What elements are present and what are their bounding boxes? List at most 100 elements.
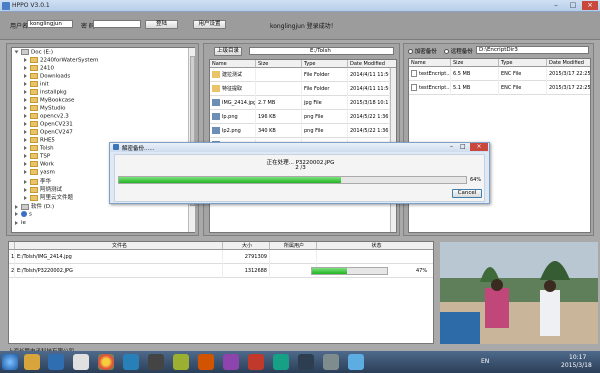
folder-tree[interactable]: Doc (E:) 2240forWaterSystem 2410 Downloads… [11, 47, 195, 233]
app-icon[interactable] [223, 354, 239, 370]
expand-arrow-icon[interactable] [24, 66, 27, 70]
expand-arrow-icon[interactable] [24, 146, 27, 150]
tree-folder-item[interactable]: MyBookcase [24, 97, 74, 104]
tree-folder-item[interactable]: RHE5 [24, 137, 55, 144]
col-header-name[interactable]: Name [409, 59, 451, 67]
terminal-icon[interactable] [148, 354, 164, 370]
backup-file-row[interactable]: testEncript... 6.5 MB ENC File 2015/3/17 22… [409, 67, 590, 81]
app-icon[interactable] [323, 354, 339, 370]
col-header-status[interactable]: 状态 [317, 242, 433, 250]
username-input[interactable]: konglingjun [27, 20, 73, 28]
clock-time[interactable]: 10:17 [569, 354, 586, 361]
encrypt-backup-radio[interactable]: 加密备份 [408, 47, 437, 55]
maximize-icon[interactable]: □ [565, 1, 581, 10]
expand-arrow-icon[interactable] [24, 58, 27, 62]
expand-arrow-icon[interactable] [24, 154, 27, 158]
expand-arrow-icon[interactable] [24, 90, 27, 94]
qq-icon[interactable] [73, 354, 89, 370]
tree-folder-item[interactable]: 2410 [24, 65, 54, 72]
tree-folder-item[interactable]: OpenCV247 [24, 129, 73, 136]
expand-arrow-icon[interactable] [24, 114, 27, 118]
user-settings-button[interactable]: 用户设置 [193, 20, 226, 29]
dialog-maximize-icon[interactable]: □ [460, 143, 466, 150]
login-button[interactable]: 登陆 [145, 20, 178, 29]
app-icon[interactable] [273, 354, 289, 370]
col-header-name[interactable]: Name [210, 60, 256, 68]
tree-folder-item[interactable]: TSP [24, 153, 50, 160]
file-row[interactable]: 特征提取 File Folder 2014/4/11 11:50 [210, 82, 390, 96]
qt-icon[interactable] [173, 354, 189, 370]
tree-folder-item[interactable]: 李华 [24, 177, 51, 185]
app-icon[interactable] [198, 354, 214, 370]
tree-item-s[interactable]: s [15, 211, 32, 218]
tree-folder-item[interactable]: Tolsh [24, 145, 54, 152]
expand-arrow-icon[interactable] [24, 122, 27, 126]
expand-arrow-icon[interactable] [24, 74, 27, 78]
file-row[interactable]: lp2.png 340 KB png File 2014/5/22 1:36:0 [210, 124, 390, 138]
col-header-owner[interactable]: 所属用户 [270, 242, 317, 250]
task-row[interactable]: 1 E:/Tolsh/IMG_2414.jpg 2791309 [9, 250, 433, 264]
ie-icon[interactable] [48, 354, 64, 370]
expand-arrow-icon[interactable] [24, 82, 27, 86]
file-row[interactable]: lp.png 196 KB png File 2014/5/22 1:36:0 [210, 110, 390, 124]
explorer-icon[interactable] [24, 354, 40, 370]
current-path-field[interactable]: E:/Tolsh [249, 47, 394, 55]
expand-arrow-icon[interactable] [24, 130, 27, 134]
tree-folder-item[interactable]: Work [24, 161, 54, 168]
col-header-date[interactable]: Date Modified [547, 59, 590, 67]
app-icon[interactable] [348, 354, 364, 370]
tree-folder-item[interactable]: MyStudio [24, 105, 66, 112]
col-header-size[interactable]: Size [256, 60, 302, 68]
tree-folder-item[interactable]: yasm [24, 169, 55, 176]
col-header-type[interactable]: Type [499, 59, 547, 67]
password-input[interactable] [93, 20, 141, 28]
task-table[interactable]: 文件名 大小 所属用户 状态 1 E:/Tolsh/IMG_2414.jpg 279… [8, 241, 434, 344]
col-header-type[interactable]: Type [302, 60, 348, 68]
start-icon[interactable] [2, 354, 18, 370]
expand-arrow-icon[interactable] [24, 187, 27, 192]
file-row[interactable]: IMG_2414.jpg 2.7 MB jpg File 2015/3/18 10:1… [210, 96, 390, 110]
backup-file-row[interactable]: testEncript... 5.1 MB ENC File 2015/3/17 22… [409, 81, 590, 95]
sogou-icon[interactable] [123, 354, 139, 370]
cancel-button[interactable]: Cancel [452, 189, 482, 198]
tree-folder-item[interactable]: Downloads [24, 73, 70, 80]
remote-backup-radio[interactable]: 远程备份 [444, 47, 473, 55]
expand-arrow-icon[interactable] [24, 195, 27, 200]
tree-folder-item[interactable]: 2240forWaterSystem [24, 57, 98, 64]
dialog-minimize-icon[interactable]: – [450, 143, 453, 150]
expand-arrow-icon[interactable] [24, 162, 27, 166]
expand-arrow-icon[interactable] [24, 179, 27, 184]
tree-folder-item[interactable]: OpenCV231 [24, 121, 73, 128]
dialog-close-icon[interactable]: × [470, 143, 488, 151]
task-row[interactable]: 2 E:/Tolsh/P3220002.JPG 1312688 47% [9, 264, 433, 278]
col-header-size[interactable]: Size [451, 59, 499, 67]
tree-folder-item[interactable]: 阿炳测试 [24, 185, 62, 193]
tree-folder-item[interactable]: 阿里云文件题 [24, 193, 73, 201]
expand-arrow-icon[interactable] [24, 106, 27, 110]
backup-cell-name: testEncript... [409, 67, 451, 81]
backup-path-field[interactable]: D:\EncriptDir3 [476, 46, 589, 54]
preview-photo [440, 242, 598, 344]
minimize-icon[interactable]: – [548, 1, 564, 10]
tree-drive-d[interactable]: 软件 (D:) [15, 202, 54, 210]
col-header-date[interactable]: Date Modified [348, 60, 396, 68]
expand-arrow-icon[interactable] [24, 138, 27, 142]
app-icon[interactable] [298, 354, 314, 370]
expand-arrow-icon[interactable] [24, 98, 27, 102]
clock-date[interactable]: 2015/3/18 [561, 362, 592, 369]
up-directory-button[interactable]: 上级目录 [214, 47, 242, 56]
tree-folder-item[interactable]: init [24, 81, 49, 88]
tree-scrollbar[interactable] [188, 48, 195, 232]
expand-arrow-icon[interactable] [24, 170, 27, 174]
tree-folder-item[interactable]: installpkg [24, 89, 67, 96]
file-row[interactable]: 建拉测试 File Folder 2014/4/11 11:50 [210, 68, 390, 82]
language-indicator[interactable]: EN [481, 358, 489, 365]
col-header-filename[interactable]: 文件名 [15, 242, 223, 250]
app-icon[interactable] [248, 354, 264, 370]
close-icon[interactable]: × [582, 1, 598, 10]
tree-root[interactable]: Doc (E:) [14, 49, 53, 56]
chrome-icon[interactable] [98, 354, 114, 370]
tree-folder-item[interactable]: opencv2.3 [24, 113, 69, 120]
col-header-size[interactable]: 大小 [223, 242, 270, 250]
tree-item-ie[interactable]: ie [15, 220, 26, 226]
